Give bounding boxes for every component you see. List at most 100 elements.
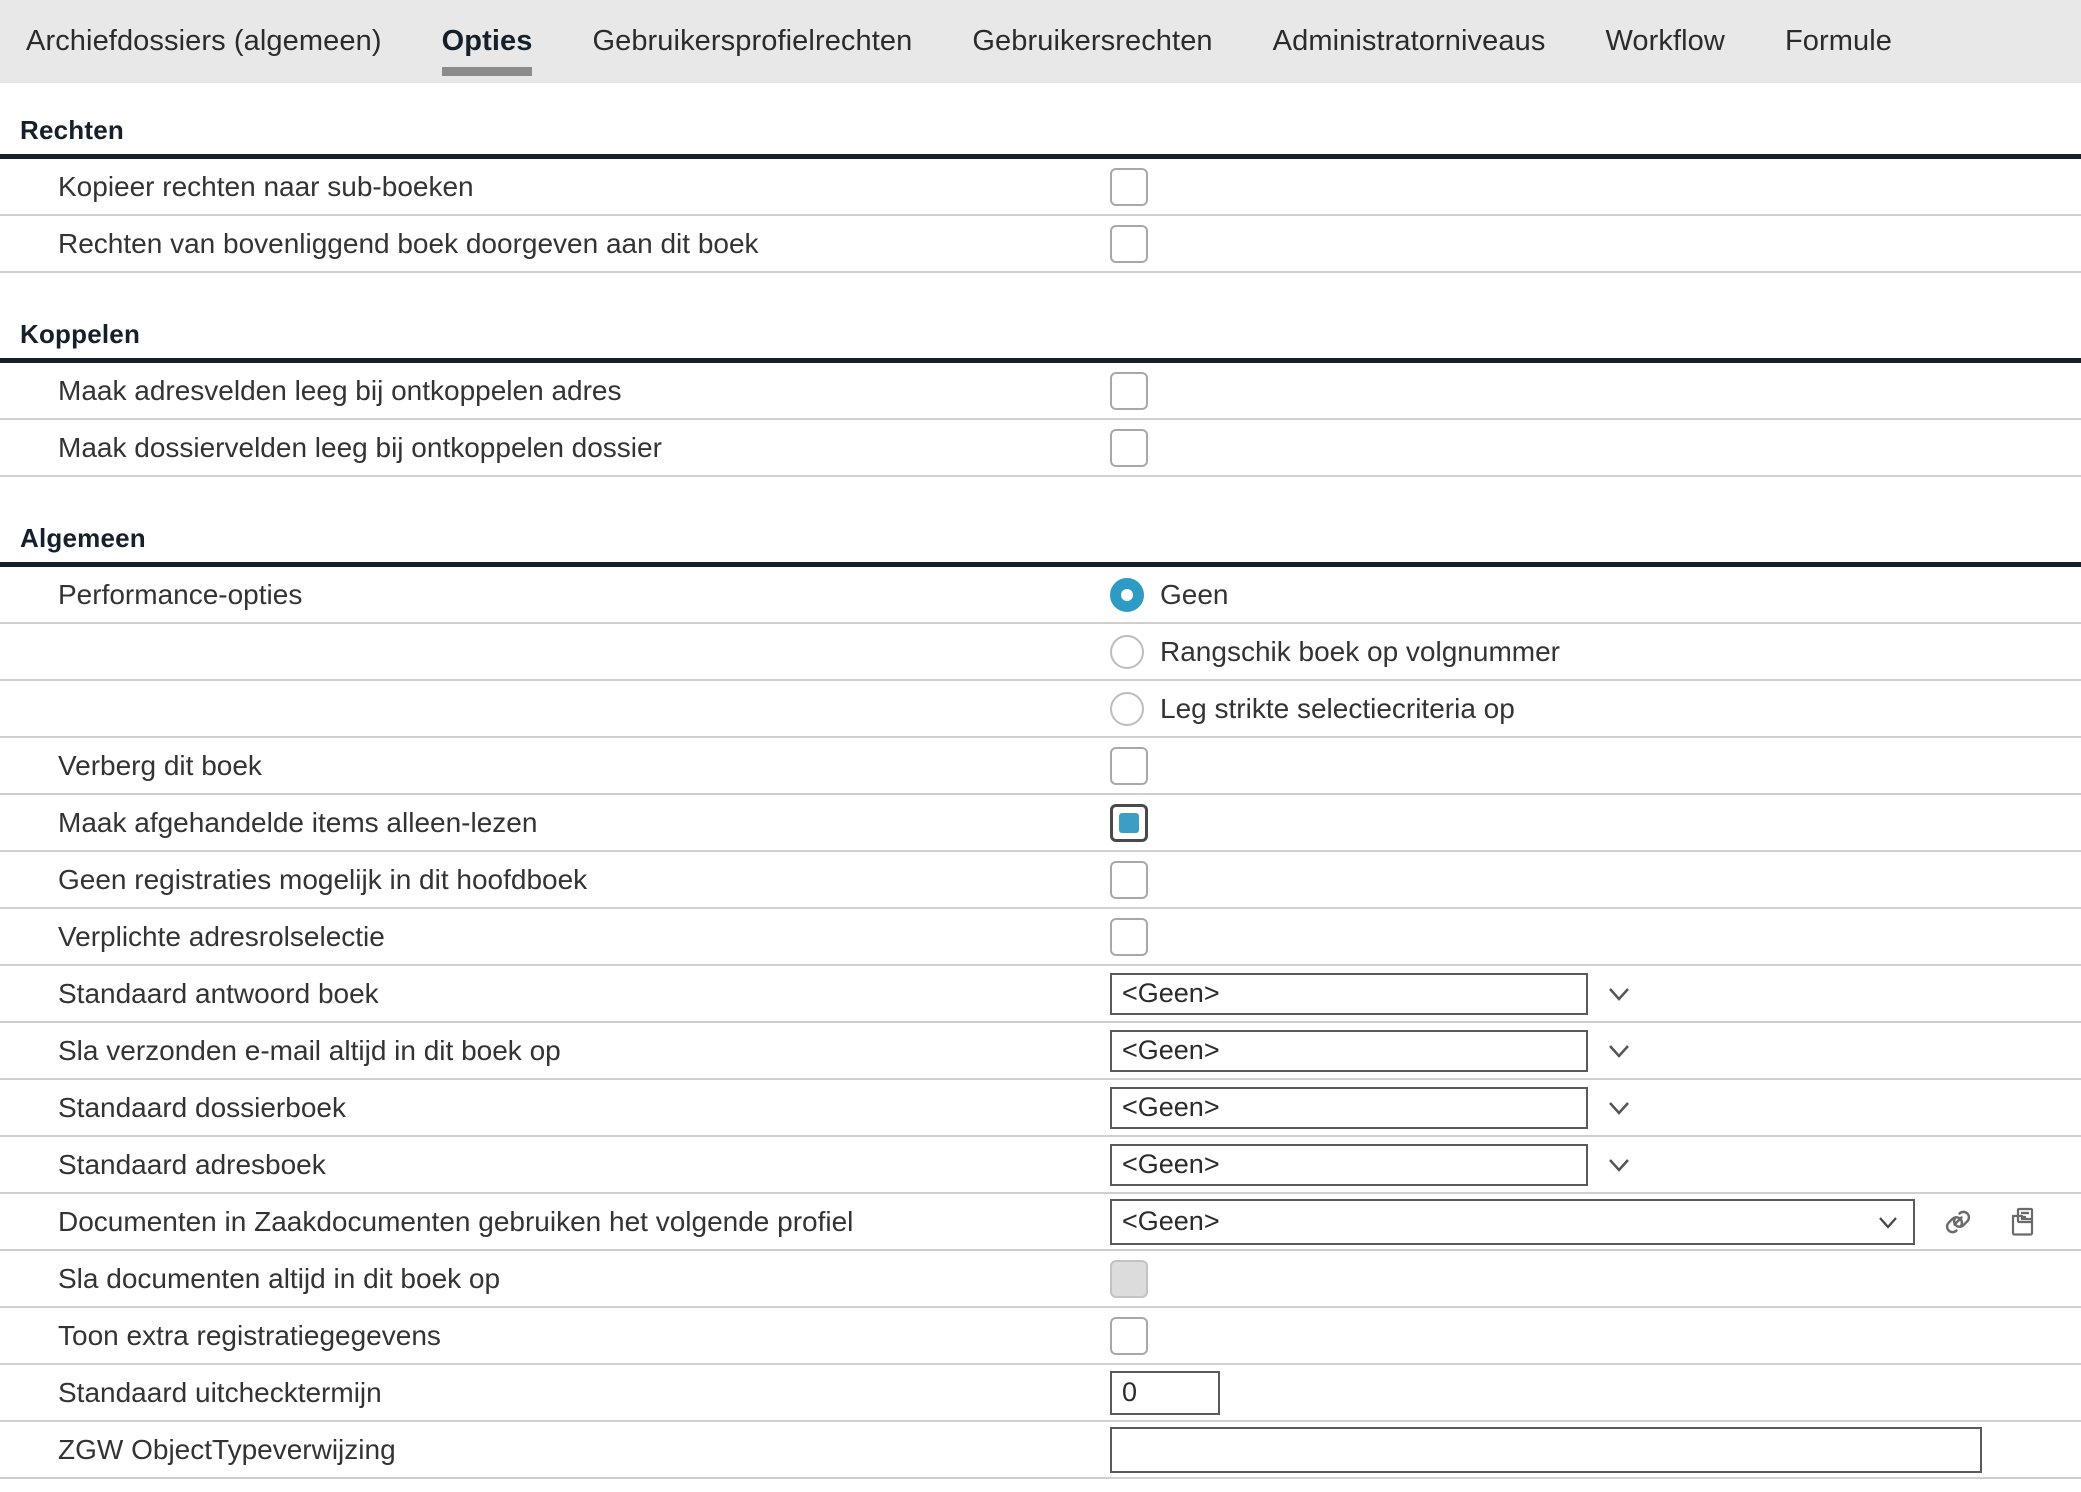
row-label: Sla verzonden e-mail altijd in dit boek …: [58, 1034, 561, 1066]
tab-formule[interactable]: Formule: [1755, 0, 1922, 83]
radio-performance-leg-strikte-selectiecriteria-op[interactable]: [1110, 691, 1144, 726]
tab-gebruikersrechten[interactable]: Gebruikersrechten: [942, 0, 1242, 83]
row-label: Standaard antwoord boek: [58, 977, 379, 1009]
row-label: Documenten in Zaakdocumenten gebruiken h…: [58, 1205, 854, 1237]
section-header-algemeen: Algemeen: [0, 505, 2081, 567]
checkbox-sla-documenten-altijd-in-dit-boek-op: [1110, 1259, 1148, 1298]
row-control: [1110, 738, 2081, 793]
tab-bar: Archiefdossiers (algemeen) Opties Gebrui…: [0, 0, 2081, 83]
row-control: <Geen>: [1110, 1023, 2081, 1078]
radio-label: Geen: [1160, 578, 1229, 610]
row-control: [1110, 852, 2081, 907]
row-sla-verzonden-email-altijd-in-dit-boek-op: Sla verzonden e-mail altijd in dit boek …: [0, 1023, 2081, 1080]
checkbox-maak-afgehandelde-items-alleen-lezen[interactable]: [1110, 803, 1148, 842]
chevron-down-icon[interactable]: [1602, 1148, 1636, 1182]
row-control: <Geen>: [1110, 1080, 2081, 1135]
row-control: [1110, 363, 2081, 418]
radio-label: Rangschik boek op volgnummer: [1160, 635, 1560, 667]
row-label: Standaard adresboek: [58, 1148, 326, 1180]
tab-opties[interactable]: Opties: [412, 0, 563, 83]
row-performance-rangschik: Rangschik boek op volgnummer: [0, 624, 2081, 681]
row-control: [1110, 420, 2081, 475]
section-header-koppelen: Koppelen: [0, 301, 2081, 363]
row-sla-documenten-altijd-in-dit-boek-op: Sla documenten altijd in dit boek op: [0, 1251, 2081, 1308]
row-standaard-dossierboek: Standaard dossierboek <Geen>: [0, 1080, 2081, 1137]
dropdown-standaard-adresboek[interactable]: <Geen>: [1110, 1143, 1636, 1186]
options-form: Rechten Kopieer rechten naar sub-boeken …: [0, 97, 2081, 1479]
tab-label: Administratorniveaus: [1272, 25, 1546, 57]
tab-label: Gebruikersrechten: [972, 25, 1213, 57]
radio-performance-geen[interactable]: [1110, 577, 1144, 612]
row-performance-selectiecriteria: Leg strikte selectiecriteria op: [0, 681, 2081, 738]
checkbox-verberg-dit-boek[interactable]: [1110, 746, 1148, 785]
active-tab-underline: [441, 67, 533, 76]
row-control: [1110, 1422, 2081, 1477]
row-control: <Geen>: [1110, 1194, 2081, 1249]
checkbox-geen-registraties-mogelijk-in-dit-hoofdboek[interactable]: [1110, 860, 1148, 899]
chevron-down-icon[interactable]: [1873, 1207, 1903, 1237]
section-header-rechten: Rechten: [0, 97, 2081, 159]
row-control: 0: [1110, 1365, 2081, 1420]
row-control: <Geen>: [1110, 966, 2081, 1021]
row-performance-opties: Performance-opties Geen: [0, 567, 2081, 624]
folder-document-icon[interactable]: [2001, 1201, 2043, 1243]
checkbox-maak-dossiervelden-leeg[interactable]: [1110, 428, 1148, 467]
row-toon-extra-registratiegegevens: Toon extra registratiegegevens: [0, 1308, 2081, 1365]
tab-workflow[interactable]: Workflow: [1575, 0, 1755, 83]
dropdown-value[interactable]: <Geen>: [1110, 1029, 1588, 1072]
checkbox-rechten-van-bovenliggend-boek[interactable]: [1110, 224, 1148, 263]
row-documenten-in-zaakdocumenten-profiel: Documenten in Zaakdocumenten gebruiken h…: [0, 1194, 2081, 1251]
dropdown-standaard-dossierboek[interactable]: <Geen>: [1110, 1086, 1636, 1129]
input-standaard-uitchecktermijn[interactable]: 0: [1110, 1370, 1220, 1415]
row-control: Rangschik boek op volgnummer: [1110, 624, 2081, 679]
row-control: [1110, 909, 2081, 964]
tab-archiefdossiers[interactable]: Archiefdossiers (algemeen): [0, 0, 412, 83]
link-icon[interactable]: [1937, 1201, 1979, 1243]
tab-label: Formule: [1784, 25, 1893, 57]
row-label: Maak afgehandelde items alleen-lezen: [58, 806, 538, 838]
row-control: Geen: [1110, 567, 2081, 622]
chevron-down-icon[interactable]: [1602, 1091, 1636, 1125]
checkbox-kopieer-rechten-naar-sub-boeken[interactable]: [1110, 167, 1148, 206]
row-control: [1110, 1251, 2081, 1306]
dropdown-value[interactable]: <Geen>: [1110, 1086, 1588, 1129]
dropdown-sla-verzonden-email[interactable]: <Geen>: [1110, 1029, 1636, 1072]
row-label: Standaard uitchecktermijn: [58, 1376, 382, 1408]
row-maak-afgehandelde-items-alleen-lezen: Maak afgehandelde items alleen-lezen: [0, 795, 2081, 852]
dropdown-standaard-antwoord-boek[interactable]: <Geen>: [1110, 972, 1636, 1015]
row-control: [1110, 1308, 2081, 1363]
row-verplichte-adresrolselectie: Verplichte adresrolselectie: [0, 909, 2081, 966]
row-control: [1110, 795, 2081, 850]
row-label: Verberg dit boek: [58, 749, 262, 781]
dropdown-value: <Geen>: [1122, 1206, 1220, 1236]
row-control: <Geen>: [1110, 1137, 2081, 1192]
dropdown-value[interactable]: <Geen>: [1110, 972, 1588, 1015]
chevron-down-icon[interactable]: [1602, 977, 1636, 1011]
checkbox-verplichte-adresrolselectie[interactable]: [1110, 917, 1148, 956]
row-control: Leg strikte selectiecriteria op: [1110, 681, 2081, 736]
row-label: Rechten van bovenliggend boek doorgeven …: [58, 227, 759, 259]
row-standaard-adresboek: Standaard adresboek <Geen>: [0, 1137, 2081, 1194]
checkbox-maak-adresvelden-leeg[interactable]: [1110, 371, 1148, 410]
tab-administratorniveaus[interactable]: Administratorniveaus: [1243, 0, 1576, 83]
dropdown-zaakdocumenten-profiel[interactable]: <Geen>: [1110, 1198, 1915, 1245]
input-zgw-objecttypeverwijzing[interactable]: [1110, 1426, 1982, 1473]
row-label: Geen registraties mogelijk in dit hoofdb…: [58, 863, 588, 895]
checkbox-toon-extra-registratiegegevens[interactable]: [1110, 1316, 1148, 1355]
tab-gebruikersprofielrechten[interactable]: Gebruikersprofielrechten: [562, 0, 942, 83]
row-label: Performance-opties: [58, 578, 303, 610]
row-label: Maak adresvelden leeg bij ontkoppelen ad…: [58, 374, 622, 406]
row-label: ZGW ObjectTypeverwijzing: [58, 1433, 396, 1465]
tab-label: Archiefdossiers (algemeen): [26, 25, 382, 57]
row-standaard-uitchecktermijn: Standaard uitchecktermijn 0: [0, 1365, 2081, 1422]
row-maak-dossiervelden-leeg: Maak dossiervelden leeg bij ontkoppelen …: [0, 420, 2081, 477]
row-label: Toon extra registratiegegevens: [58, 1319, 441, 1351]
row-label: Kopieer rechten naar sub-boeken: [58, 170, 474, 202]
chevron-down-icon[interactable]: [1602, 1034, 1636, 1068]
dropdown-value[interactable]: <Geen>: [1110, 1143, 1588, 1186]
radio-performance-rangschik-boek-op-volgnummer[interactable]: [1110, 634, 1144, 669]
row-label: Maak dossiervelden leeg bij ontkoppelen …: [58, 431, 662, 463]
tab-label: Opties: [441, 25, 533, 57]
